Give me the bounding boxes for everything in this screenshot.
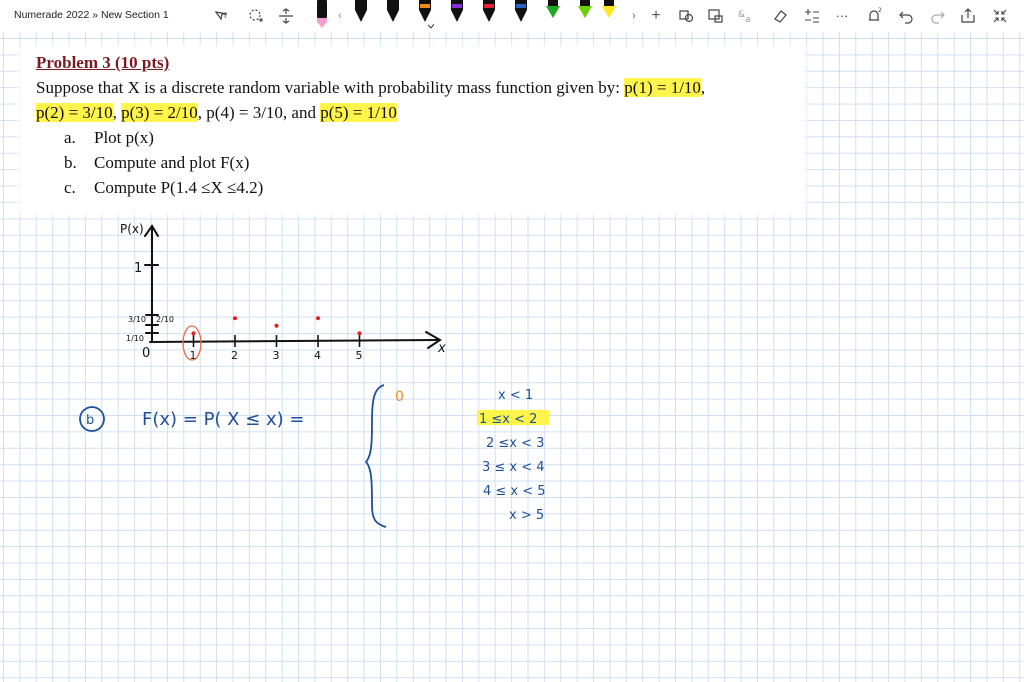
redo-icon[interactable] bbox=[928, 6, 948, 26]
share-icon[interactable] bbox=[958, 6, 978, 26]
add-pen-icon[interactable]: + bbox=[646, 6, 666, 26]
svg-text:I: I bbox=[224, 11, 226, 20]
problem-statement-line-2: p(2) = 3/10, p(3) = 2/10, p(4) = 3/10, a… bbox=[36, 103, 397, 123]
item-b-text: Compute and plot F(x) bbox=[94, 153, 250, 172]
pen-red-icon[interactable] bbox=[480, 0, 498, 30]
undo-icon[interactable] bbox=[896, 6, 916, 26]
pen-black-2-icon[interactable] bbox=[384, 0, 402, 30]
pmf-1: p(1) = 1/10 bbox=[624, 78, 701, 97]
pen-green-icon[interactable] bbox=[544, 0, 562, 30]
chevron-right-icon[interactable]: › bbox=[628, 6, 640, 26]
pmf-2: p(2) = 3/10 bbox=[36, 103, 113, 122]
toolbar: Numerade 2022 » New Section 1 I ‹ › + & … bbox=[0, 0, 1024, 32]
pmf-5: p(5) = 1/10 bbox=[320, 103, 397, 122]
item-c-letter: c. bbox=[64, 178, 76, 197]
problem-title: Problem 3 (10 pts) bbox=[36, 53, 170, 72]
chevron-left-icon[interactable]: ‹ bbox=[334, 6, 346, 26]
pen-black-1-icon[interactable] bbox=[352, 0, 370, 30]
pmf-sep-2: , bbox=[112, 103, 122, 122]
pen-purple-icon[interactable] bbox=[448, 0, 466, 30]
svg-text:&: & bbox=[738, 10, 745, 20]
svg-text:a: a bbox=[745, 15, 751, 25]
pen-orange-icon[interactable] bbox=[416, 0, 434, 30]
pen-yellow-icon[interactable] bbox=[600, 0, 618, 30]
add-space-icon[interactable] bbox=[276, 6, 296, 26]
problem-card: Problem 3 (10 pts) Suppose that X is a d… bbox=[22, 49, 802, 211]
problem-statement-line-1: Suppose that X is a discrete random vari… bbox=[36, 78, 705, 98]
pen-blue-icon[interactable] bbox=[512, 0, 530, 30]
pen-lime-icon[interactable] bbox=[576, 0, 594, 30]
item-a-text: Plot p(x) bbox=[94, 128, 154, 147]
problem-intro: Suppose that X is a discrete random vari… bbox=[36, 78, 625, 97]
pmf-sep-3: , p(4) = 3/10, and bbox=[197, 103, 321, 122]
ink-to-text-icon[interactable]: & a bbox=[736, 6, 756, 26]
lasso-icon[interactable] bbox=[246, 6, 266, 26]
math-icon[interactable] bbox=[802, 6, 822, 26]
item-a-letter: a. bbox=[64, 128, 76, 147]
ink-to-shape-icon[interactable] bbox=[706, 6, 726, 26]
item-b-letter: b. bbox=[64, 153, 77, 172]
pen-pink-icon[interactable] bbox=[313, 0, 331, 30]
notifications-icon[interactable]: 2 bbox=[864, 6, 884, 26]
more-icon[interactable]: ··· bbox=[832, 6, 852, 26]
pmf-sep-1: , bbox=[700, 78, 706, 97]
lasso-select-icon[interactable]: I bbox=[212, 6, 232, 26]
breadcrumb[interactable]: Numerade 2022 » New Section 1 bbox=[14, 9, 169, 21]
fullscreen-collapse-icon[interactable] bbox=[990, 6, 1010, 26]
eraser-icon[interactable] bbox=[770, 6, 790, 26]
shapes-icon[interactable] bbox=[676, 6, 696, 26]
svg-text:2: 2 bbox=[878, 7, 882, 14]
pmf-3: p(3) = 2/10 bbox=[121, 103, 198, 122]
item-c-text: Compute P(1.4 ≤X ≤4.2) bbox=[94, 178, 264, 197]
